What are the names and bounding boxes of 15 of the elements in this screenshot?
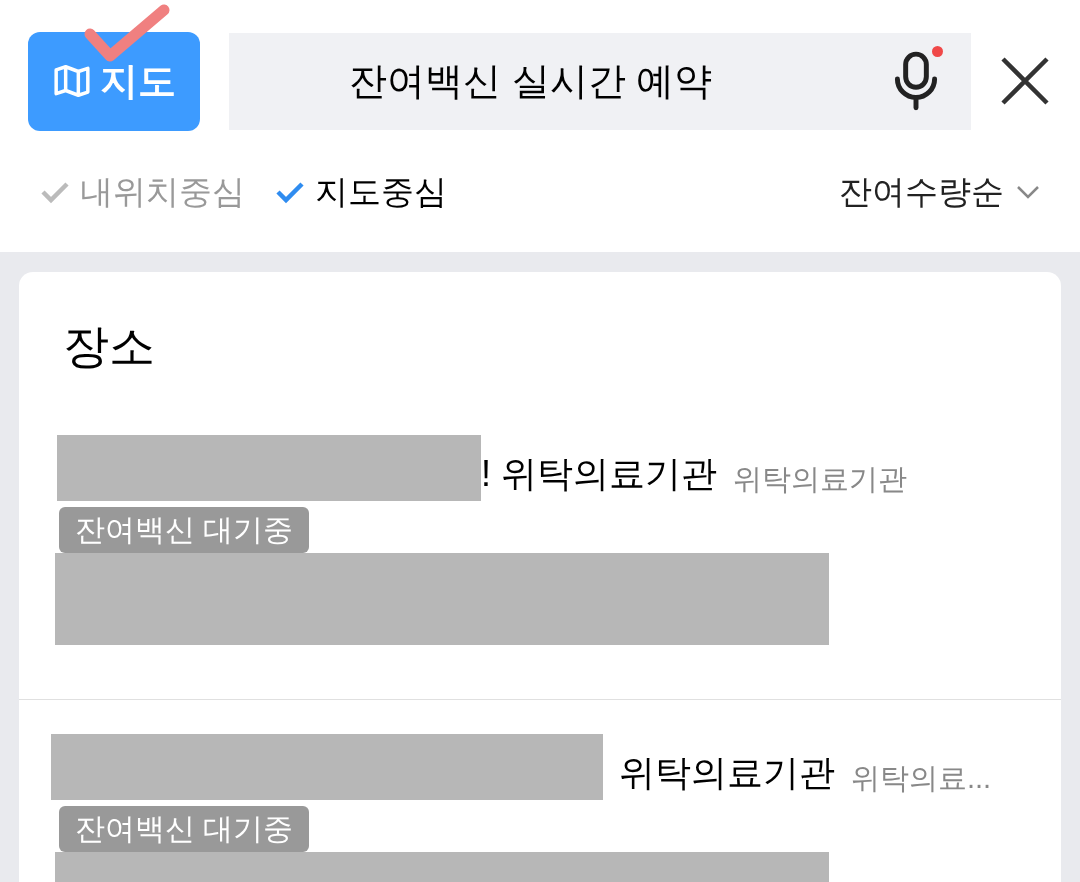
chevron-down-icon xyxy=(1016,185,1040,199)
sort-dropdown[interactable]: 잔여수량순 xyxy=(839,167,1040,217)
place-name[interactable]: ! 위탁의료기관 xyxy=(481,447,717,501)
search-field[interactable]: 잔여백신 실시간 예약 xyxy=(229,32,971,130)
status-tag: 잔여백신 대기중 xyxy=(59,507,310,553)
check-icon xyxy=(40,180,70,204)
section-title: 장소 xyxy=(62,319,156,374)
map-icon xyxy=(52,62,92,100)
place-category: 위탁의료기관 xyxy=(733,461,907,497)
status-tag: 잔여백신 대기중 xyxy=(59,806,310,852)
place-name[interactable]: 위탁의료기관 xyxy=(619,746,835,800)
close-icon[interactable] xyxy=(1000,56,1050,106)
check-icon xyxy=(275,180,305,204)
place-category: 위탁의료... xyxy=(851,760,992,796)
filter-option[interactable]: 지도중심 xyxy=(275,167,447,217)
